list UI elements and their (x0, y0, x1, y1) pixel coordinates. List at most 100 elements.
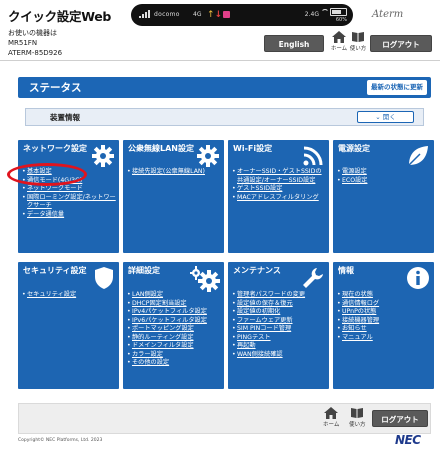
home-button[interactable]: ホーム (330, 31, 348, 52)
link-manual[interactable]: マニュアル (337, 334, 431, 343)
home-icon (324, 407, 339, 419)
tile-link-list: オーナーSSID・ゲストSSIDの共通設定/オーナーSSID設定 ゲストSSID… (232, 168, 326, 202)
link-static-routing[interactable]: 静的ルーティング設定 (127, 334, 221, 343)
link-comm-log[interactable]: 通信情報ログ (337, 300, 431, 309)
brand-logo: Aterm (372, 9, 404, 20)
link-notices[interactable]: お知らせ (337, 325, 431, 334)
wifi-status-icon (321, 9, 329, 17)
refresh-button[interactable]: 最新の状態に更新 (367, 80, 427, 95)
app-title: クイック設定Web (8, 9, 112, 24)
shield-icon (95, 267, 113, 289)
link-owner-ssid-settings[interactable]: オーナーSSID・ゲストSSIDの共通設定/オーナーSSID設定 (232, 168, 326, 185)
nec-logo: NEC (395, 433, 421, 447)
tile-title: Wi-Fi設定 (233, 144, 273, 153)
link-firmware-update[interactable]: ファームウェア更新 (232, 317, 326, 326)
book-icon (351, 408, 364, 418)
device-name: ATERM-85D926 (8, 49, 63, 57)
gear-icon (92, 145, 114, 167)
open-button-label: 開く (382, 113, 396, 121)
link-admin-password[interactable]: 管理者パスワードの変更 (232, 291, 326, 300)
tile-power-settings[interactable]: 電源設定 電源設定 ECO設定 (333, 140, 434, 253)
traffic-arrows-icon: ↑↓ (207, 10, 223, 20)
link-security-settings[interactable]: セキュリティ設定 (22, 291, 116, 300)
tile-detail-settings[interactable]: 詳細設定 LAN側設定 DHCP固定割当設定 IPv4パケットフィルタ設定 IP… (123, 262, 224, 389)
link-ipv6-filter[interactable]: IPv6パケットフィルタ設定 (127, 317, 221, 326)
footer-home-button[interactable]: ホーム (323, 407, 339, 428)
leaf-icon (408, 146, 428, 166)
help-button[interactable]: 使い方 (349, 31, 367, 52)
link-guest-ssid-settings[interactable]: ゲストSSID設定 (232, 185, 326, 194)
link-roaming-settings[interactable]: 国際ローミング設定/ネットワークサーチ (22, 194, 116, 211)
tile-title: セキュリティ設定 (23, 266, 87, 275)
link-data-usage[interactable]: データ通信量 (22, 211, 116, 220)
battery-text: 60% (335, 17, 347, 23)
gear-icon (197, 145, 219, 167)
tile-link-list: 管理者パスワードの変更 設定値の保存＆復元 設定値の初期化 ファームウェア更新 … (232, 291, 326, 359)
notification-icon (223, 11, 230, 18)
tile-link-list: LAN側設定 DHCP固定割当設定 IPv4パケットフィルタ設定 IPv6パケッ… (127, 291, 221, 368)
link-lan-settings[interactable]: LAN側設定 (127, 291, 221, 300)
link-dhcp-static[interactable]: DHCP固定割当設定 (127, 300, 221, 309)
link-network-mode[interactable]: ネットワークモード (22, 185, 116, 194)
tile-maintenance[interactable]: メンテナンス 管理者パスワードの変更 設定値の保存＆復元 設定値の初期化 ファー… (228, 262, 329, 389)
device-info-label: 装置情報 (50, 113, 80, 122)
battery-icon (330, 8, 347, 16)
link-power-settings[interactable]: 電源設定 (337, 168, 431, 177)
operator-text: docomo (154, 11, 180, 18)
status-bar: ステータス 最新の状態に更新 (18, 77, 431, 98)
link-ipv4-filter[interactable]: IPv4パケットフィルタ設定 (127, 308, 221, 317)
link-reboot[interactable]: 再起動 (232, 342, 326, 351)
help-label: 使い方 (349, 422, 366, 428)
tile-link-list: 接続先設定(公衆無線LAN) (127, 168, 221, 177)
tile-public-wlan-settings[interactable]: 公衆無線LAN設定 接続先設定(公衆無線LAN) (123, 140, 224, 253)
chevron-down-icon: ⌄ (375, 113, 383, 121)
help-label: 使い方 (349, 46, 367, 52)
link-wan-check[interactable]: WAN側接続確認 (232, 351, 326, 360)
link-backup-restore[interactable]: 設定値の保存＆復元 (232, 300, 326, 309)
gears-icon (190, 266, 220, 292)
link-public-wlan-destination[interactable]: 接続先設定(公衆無線LAN) (127, 168, 221, 177)
tile-wifi-settings[interactable]: Wi-Fi設定 オーナーSSID・ゲストSSIDの共通設定/オーナーSSID設定… (228, 140, 329, 253)
wrench-icon (303, 268, 323, 288)
link-current-status[interactable]: 現在の状態 (337, 291, 431, 300)
device-status-display: docomo 4G ↑↓ 2.4G 60% (131, 4, 353, 26)
link-connected-devices[interactable]: 接続機器管理 (337, 317, 431, 326)
tile-link-list: セキュリティ設定 (22, 291, 116, 300)
link-ping-test[interactable]: PINGテスト (232, 334, 326, 343)
tile-title: 公衆無線LAN設定 (128, 144, 194, 153)
device-label: お使いの機器は (8, 29, 57, 37)
english-button[interactable]: English (264, 35, 324, 52)
open-button[interactable]: ⌄ 開く (357, 111, 414, 123)
tile-title: 詳細設定 (128, 266, 160, 275)
link-mac-filtering[interactable]: MACアドレスフィルタリング (232, 194, 326, 203)
footer-help-button[interactable]: 使い方 (349, 407, 366, 428)
link-domain-filter[interactable]: ドメインフィルタ設定 (127, 342, 221, 351)
link-color-settings[interactable]: カラー設定 (127, 351, 221, 360)
book-icon (352, 32, 364, 42)
tile-title: 電源設定 (338, 144, 370, 153)
link-port-mapping[interactable]: ポートマッピング設定 (127, 325, 221, 334)
wifi-icon (303, 146, 323, 166)
tile-title: メンテナンス (233, 266, 281, 275)
tile-title: ネットワーク設定 (23, 144, 87, 153)
tile-network-settings[interactable]: ネットワーク設定 基本設定 通信モード(4G/3G) ネットワークモード 国際ロ… (18, 140, 119, 253)
tile-title: 情報 (338, 266, 354, 275)
band-text: 2.4G (304, 11, 319, 18)
home-label: ホーム (330, 46, 348, 52)
device-model: MR51FN (8, 39, 38, 47)
copyright: Copyright© NEC Platforms, Ltd. 2023 (18, 438, 103, 443)
highlight-circle (7, 163, 87, 186)
link-eco-settings[interactable]: ECO設定 (337, 177, 431, 186)
footer-bar (18, 403, 431, 434)
link-factory-reset[interactable]: 設定値の初期化 (232, 308, 326, 317)
footer-logout-button[interactable]: ログアウト (372, 410, 428, 427)
device-info-section: 装置情報 ⌄ 開く (25, 108, 424, 126)
tile-link-list: 電源設定 ECO設定 (337, 168, 431, 185)
tile-info[interactable]: 情報 現在の状態 通信情報ログ UPnPの状態 接続機器管理 お知らせ マニュア… (333, 262, 434, 389)
tile-security-settings[interactable]: セキュリティ設定 セキュリティ設定 (18, 262, 119, 389)
tile-link-list: 現在の状態 通信情報ログ UPnPの状態 接続機器管理 お知らせ マニュアル (337, 291, 431, 342)
link-upnp-status[interactable]: UPnPの状態 (337, 308, 431, 317)
link-other-settings[interactable]: その他の設定 (127, 359, 221, 368)
logout-button[interactable]: ログアウト (370, 35, 432, 52)
link-sim-pin[interactable]: SIM PINコード管理 (232, 325, 326, 334)
